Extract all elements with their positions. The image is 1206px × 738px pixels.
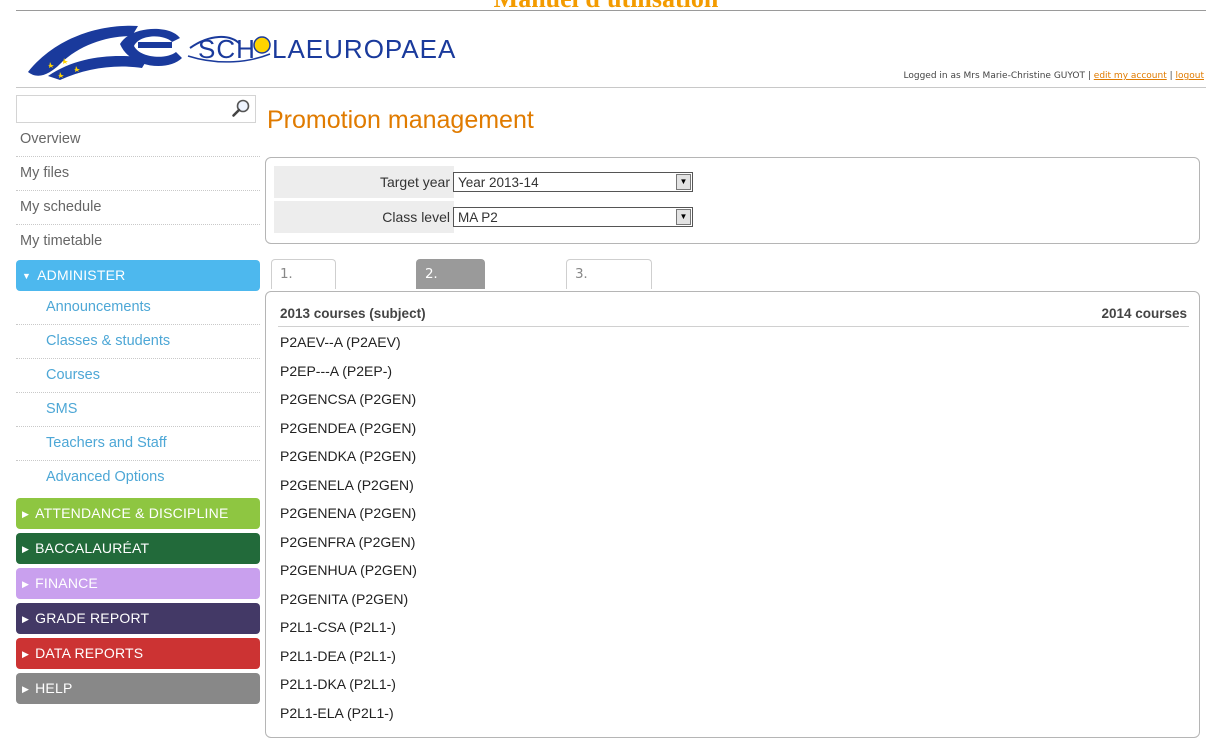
target-year-row: Target year [274, 166, 454, 198]
sidebar-item-overview[interactable]: Overview [16, 123, 260, 157]
sidebar: Overview My files My schedule My timetab… [16, 95, 260, 704]
table-row: P2GENDEA (P2GEN) [280, 419, 417, 436]
section-label: DATA REPORTS [35, 645, 144, 661]
filter-panel: Target year Year 2013-14 ▼ Class level M… [265, 157, 1200, 244]
sidebar-item-advanced-options[interactable]: Advanced Options [16, 461, 260, 494]
target-year-label: Target year [379, 174, 450, 190]
tab-create-courses[interactable]: 2. Create courses [416, 259, 485, 340]
course-list: P2AEV--A (P2AEV) P2EP---A (P2EP-) P2GENC… [278, 328, 1189, 727]
top-divider [16, 10, 1206, 11]
target-year-value: Year 2013-14 [458, 175, 539, 190]
section-label: ADMINISTER [37, 267, 126, 283]
section-administer[interactable]: ▼ ADMINISTER [16, 260, 260, 291]
table-row: P2GENITA (P2GEN) [280, 590, 409, 607]
table-row: P2L1-CSA (P2L1-) [280, 619, 396, 635]
search-input[interactable] [16, 95, 256, 123]
table-row: P2L1-DKA (P2L1-) [280, 676, 396, 692]
table-row: P2GENENA (P2GEN) [280, 505, 417, 521]
sidebar-item-announcements[interactable]: Announcements [16, 291, 260, 325]
section-finance[interactable]: ▶ FINANCE [16, 568, 260, 599]
dropdown-arrow-icon[interactable]: ▼ [676, 209, 691, 225]
sidebar-item-my-timetable[interactable]: My timetable [16, 225, 260, 258]
schola-europaea-logo: SCH LAEUROPAEA [28, 25, 456, 80]
svg-text:SCH: SCH [198, 34, 256, 64]
logged-in-text: Logged in as Mrs Marie-Christine GUYOT [903, 71, 1085, 81]
section-label: GRADE REPORT [35, 610, 150, 626]
courses-panel: 2013 courses (subject) 2014 courses P2AE… [265, 291, 1200, 738]
sidebar-item-my-files[interactable]: My files [16, 157, 260, 191]
section-data-reports[interactable]: ▶ DATA REPORTS [16, 638, 260, 669]
logout-link[interactable]: logout [1176, 71, 1204, 81]
search-icon[interactable] [231, 98, 251, 118]
column-header-2013-courses: 2013 courses (subject) [280, 306, 426, 321]
section-attendance-discipline[interactable]: ▶ ATTENDANCE & DISCIPLINE [16, 498, 260, 529]
caret-right-icon: ▶ [22, 649, 30, 659]
caret-right-icon: ▶ [22, 684, 30, 694]
page-title: Promotion management [267, 106, 534, 134]
sidebar-item-my-schedule[interactable]: My schedule [16, 191, 260, 225]
section-label: BACCALAURÉAT [35, 540, 150, 556]
column-header-2014-courses: 2014 courses [1101, 306, 1187, 321]
table-row: P2GENFRA (P2GEN) [280, 533, 416, 550]
section-grade-report[interactable]: ▶ GRADE REPORT [16, 603, 260, 634]
table-row: P2GENELA (P2GEN) [280, 476, 414, 493]
table-row: P2L1-ELA (P2L1-) [280, 704, 394, 721]
administer-submenu: Announcements Classes & students Courses… [16, 291, 260, 494]
table-row: P2GENHUA (P2GEN) [280, 562, 417, 578]
table-row: P2EP---A (P2EP-) [280, 362, 393, 379]
caret-right-icon: ▶ [22, 544, 30, 554]
section-help[interactable]: ▶ HELP [16, 673, 260, 704]
section-label: FINANCE [35, 575, 98, 591]
section-label: HELP [35, 680, 73, 696]
svg-text:LAEUROPAEA: LAEUROPAEA [272, 34, 456, 64]
caret-down-icon: ▼ [22, 271, 32, 281]
tab-student-promotion[interactable]: 3. Student promotion [566, 259, 652, 340]
section-label: ATTENDANCE & DISCIPLINE [35, 505, 229, 521]
sidebar-item-classes-students[interactable]: Classes & students [16, 325, 260, 359]
header-divider [16, 87, 1206, 88]
tab-create-classes[interactable]: 1. Create classes [271, 259, 337, 340]
caret-right-icon: ▶ [22, 509, 30, 519]
table-row: P2GENCSA (P2GEN) [280, 391, 417, 407]
table-header: 2013 courses (subject) 2014 courses [278, 302, 1189, 327]
sidebar-item-teachers-staff[interactable]: Teachers and Staff [16, 427, 260, 461]
user-info: Logged in as Mrs Marie-Christine GUYOT |… [904, 71, 1204, 81]
class-level-row: Class level [274, 201, 454, 233]
class-level-select[interactable]: MA P2 ▼ [453, 207, 693, 227]
class-level-value: MA P2 [458, 210, 498, 225]
section-baccalaureat[interactable]: ▶ BACCALAURÉAT [16, 533, 260, 564]
edit-account-link[interactable]: edit my account [1094, 71, 1167, 81]
target-year-select[interactable]: Year 2013-14 ▼ [453, 172, 693, 192]
sidebar-item-courses[interactable]: Courses [16, 359, 260, 393]
table-row: P2L1-DEA (P2L1-) [280, 647, 396, 664]
caret-right-icon: ▶ [22, 579, 30, 589]
caret-right-icon: ▶ [22, 614, 30, 624]
class-level-label: Class level [382, 209, 450, 225]
sidebar-item-sms[interactable]: SMS [16, 393, 260, 427]
separator: | [1169, 71, 1173, 81]
separator: | [1087, 71, 1091, 81]
table-row: P2GENDKA (P2GEN) [280, 448, 417, 464]
dropdown-arrow-icon[interactable]: ▼ [676, 174, 691, 190]
table-row: P2AEV--A (P2AEV) [280, 334, 401, 350]
